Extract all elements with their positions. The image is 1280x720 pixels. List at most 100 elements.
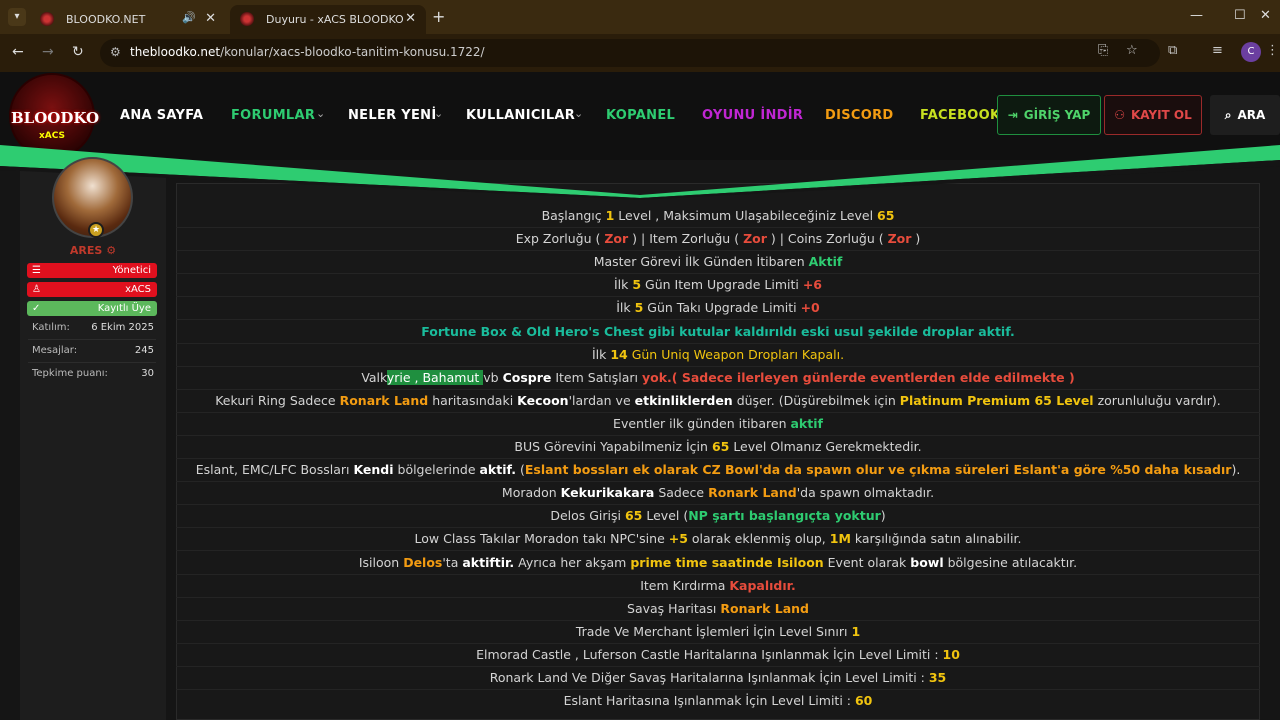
extensions-icon[interactable]: ⧉	[1168, 43, 1177, 58]
post-text-segment: Low Class Takılar Moradon takı NPC'sine	[414, 531, 669, 547]
post-text-segment: 10	[942, 646, 960, 662]
divider	[176, 411, 1260, 413]
user-check-icon: ✓	[32, 303, 41, 314]
post-text-segment: bölgesine atılacaktır.	[943, 554, 1078, 570]
post-text-segment: Başlangıç	[541, 208, 606, 223]
divider	[176, 619, 1260, 621]
divider	[176, 481, 1260, 483]
close-tab-icon[interactable]: ✕	[205, 11, 216, 26]
group-icon: ☰	[32, 265, 41, 276]
nav-download-game[interactable]: OYUNU İNDİR	[702, 108, 803, 123]
post-line: Eslant Haritasına Işınlanmak İçin Level …	[176, 693, 1260, 708]
divider	[176, 596, 1260, 598]
speaker-icon[interactable]: 🔊	[182, 11, 196, 24]
nav-home[interactable]: ANA SAYFA	[120, 108, 203, 123]
post-text-segment: Eslant bossları ek olarak CZ Bowl'da da …	[524, 462, 1232, 478]
close-tab-icon[interactable]: ✕	[405, 11, 416, 26]
divider	[176, 573, 1260, 575]
post-line: Item Kırdırma Kapalıdır.	[176, 578, 1260, 593]
post-text-segment: Zor	[743, 231, 767, 247]
address-bar[interactable]: ⚙ thebloodko.net/konular/xacs-bloodko-ta…	[100, 39, 1160, 67]
logo-text: BLOODKO	[11, 109, 100, 127]
nav-whats-new[interactable]: NELER YENİ	[348, 108, 436, 123]
post-text-segment: 65	[877, 208, 895, 223]
post-text-segment: Sadece	[654, 485, 709, 501]
post-text-segment: İlk	[591, 346, 611, 362]
stat-joined: Katılım: 6 Ekim 2025	[32, 322, 154, 333]
browser-menu-icon[interactable]: ⋮	[1266, 43, 1279, 58]
post-text-segment: Kekurikakara	[560, 485, 655, 501]
register-button[interactable]: ⚇ KAYIT OL	[1104, 95, 1202, 135]
post-text-segment: Ronark Land	[720, 600, 809, 616]
divider	[176, 527, 1260, 529]
divider	[176, 665, 1260, 667]
user-icon: ♙	[32, 284, 41, 295]
forward-icon[interactable]: →	[42, 44, 54, 60]
nav-forums[interactable]: FORUMLAR	[231, 108, 315, 123]
nav-facebook[interactable]: FACEBOOK	[920, 108, 1000, 123]
nav-kopanel[interactable]: KOPANEL	[606, 108, 675, 123]
divider	[176, 296, 1260, 298]
post-text-segment: aktif.	[479, 462, 516, 478]
divider	[176, 550, 1260, 552]
stat-messages: Mesajlar: 245	[32, 345, 154, 356]
post-text-segment: +5	[668, 531, 688, 547]
browser-tab-bloodko[interactable]: BLOODKO.NET 🔊 ✕	[30, 5, 226, 34]
post-text-segment: Gün Uniq Weapon Dropları Kapalı.	[627, 346, 845, 362]
post-text-segment: 65	[624, 508, 643, 524]
post-line: Fortune Box & Old Hero's Chest gibi kutu…	[176, 324, 1260, 339]
bookmark-star-icon[interactable]: ☆	[1126, 43, 1138, 58]
post-text-segment: )	[911, 231, 921, 247]
username[interactable]: ARES ⚙	[20, 244, 166, 257]
site-info-icon[interactable]: ⚙	[110, 45, 121, 59]
post-text-segment: yok.( Sadece ilerleyen günlerde eventler…	[641, 369, 1075, 385]
post-text-segment: +6	[802, 277, 822, 293]
post-text-segment: zorunluluğu vardır).	[1093, 392, 1221, 408]
new-tab-button[interactable]: +	[432, 7, 445, 26]
crown-icon: ⚙	[106, 244, 117, 257]
post-text-segment: Gün Item Upgrade Limiti	[641, 277, 803, 293]
chevron-down-icon[interactable]: ⌄	[434, 107, 443, 120]
install-app-icon[interactable]: ⎘	[1098, 43, 1108, 58]
post-text-segment: Zor	[604, 231, 629, 247]
post-text-segment: Level , Maksimum Ulaşabileceğiniz Level	[614, 208, 878, 223]
login-button[interactable]: ⇥ GİRİŞ YAP	[997, 95, 1101, 135]
post-text-segment: +0	[800, 300, 820, 316]
post-text-segment: Fortune Box & Old Hero's Chest gibi kutu…	[421, 323, 1015, 339]
post-line: Delos Girişi 65 Level (NP şartı başlangı…	[176, 508, 1260, 523]
user-badge-xacs: ♙ xACS	[27, 282, 157, 297]
nav-discord[interactable]: DISCORD	[825, 108, 893, 123]
search-button[interactable]: ⌕ ARA	[1210, 95, 1280, 135]
tab-search-dropdown[interactable]: ▾	[8, 8, 26, 26]
nav-members[interactable]: KULLANICILAR	[466, 108, 575, 123]
post-text-segment: Trade Ve Merchant İşlemleri İçin Level S…	[575, 623, 852, 639]
media-control-icon[interactable]: ≡	[1212, 43, 1223, 58]
post-text-segment: Delos Girişi	[550, 508, 625, 524]
post-text-segment: NP şartı başlangıçta yoktur	[688, 508, 881, 524]
post-text-segment: Level (	[642, 508, 689, 524]
post-text-segment: düşer. (Düşürebilmek için	[732, 392, 900, 408]
tab-title: Duyuru - xACS BLOODKO TANIT	[266, 13, 406, 26]
post-line: Isiloon Delos'ta aktiftir. Ayrıca her ak…	[176, 555, 1260, 570]
divider	[176, 689, 1260, 690]
login-icon: ⇥	[1007, 108, 1018, 122]
post-text-segment: bowl	[910, 554, 944, 570]
chevron-down-icon[interactable]: ⌄	[574, 107, 583, 120]
maximize-icon[interactable]: ☐	[1234, 8, 1246, 23]
reload-icon[interactable]: ↻	[72, 44, 84, 60]
post-text-segment: Ronark Land Ve Diğer Savaş Haritalarına …	[489, 670, 929, 685]
browser-tab-active[interactable]: Duyuru - xACS BLOODKO TANIT ✕	[230, 5, 426, 34]
post-text-segment: 'da spawn olmaktadır.	[796, 485, 935, 501]
back-icon[interactable]: ←	[12, 44, 24, 60]
post-text-segment: Kendi	[353, 462, 394, 478]
post-line: İlk 5 Gün Item Upgrade Limiti +6	[176, 277, 1260, 292]
profile-avatar[interactable]: C	[1241, 42, 1261, 62]
chevron-down-icon[interactable]: ⌄	[316, 107, 325, 120]
minimize-icon[interactable]: —	[1190, 8, 1203, 23]
close-window-icon[interactable]: ✕	[1260, 8, 1271, 23]
post-line: Ronark Land Ve Diğer Savaş Haritalarına …	[176, 670, 1260, 685]
post-text-segment: Valk	[361, 369, 387, 385]
post-text-segment: etkinliklerden	[634, 392, 733, 408]
post-text-segment: (	[516, 462, 525, 478]
post-text-segment: Aktif	[808, 254, 843, 270]
